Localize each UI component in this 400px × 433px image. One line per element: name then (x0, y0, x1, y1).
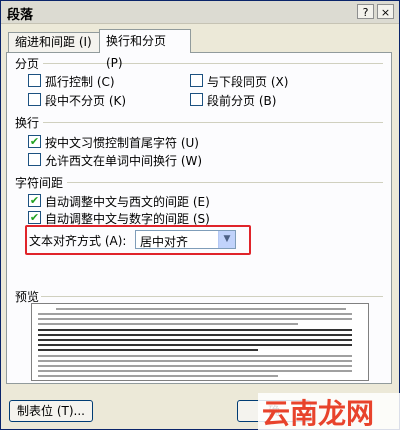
title-bar: 段落 ? × (1, 1, 399, 24)
widow-control-checkbox[interactable] (28, 74, 41, 87)
preview-separator (41, 296, 383, 297)
allow-latin-wrap-label: 允许西文在单词中间换行 (W) (45, 154, 203, 168)
tab-stops-button[interactable]: 制表位 (T)... (9, 400, 93, 422)
char-spacing-group-title: 字符间距 (15, 176, 64, 190)
watermark-logo: 云南龙网 (258, 393, 400, 430)
close-button[interactable]: × (377, 4, 394, 19)
auto-space-numbers-checkbox[interactable]: ✔ (28, 211, 41, 224)
pagination-separator (43, 63, 383, 64)
auto-space-latin-label: 自动调整中文与西文的间距 (E) (45, 195, 210, 209)
keep-lines-together-label: 段中不分页 (K) (45, 94, 127, 108)
tab-indent-spacing[interactable]: 缩进和间距 (I) (8, 32, 100, 52)
paragraph-dialog: 段落 ? × 缩进和间距 (I) 换行和分页 (P) 分页 孤行控制 (C) 与… (0, 0, 400, 430)
keep-with-next-checkbox[interactable] (190, 74, 203, 87)
widow-control-label: 孤行控制 (C) (45, 75, 115, 89)
preview-text-lines (38, 308, 352, 377)
keep-with-next-label: 与下段同页 (X) (207, 75, 289, 89)
watermark-text: 云南龙网 (262, 397, 374, 430)
text-alignment-value: 居中对齐 (140, 235, 189, 249)
char-spacing-separator (67, 182, 383, 183)
east-asian-rules-label: 按中文习惯控制首尾字符 (U) (45, 136, 199, 150)
page-break-before-label: 段前分页 (B) (207, 94, 277, 108)
line-break-group-title: 换行 (15, 116, 40, 130)
auto-space-latin-checkbox[interactable]: ✔ (28, 194, 41, 207)
east-asian-rules-checkbox[interactable]: ✔ (28, 135, 41, 148)
allow-latin-wrap-checkbox[interactable] (28, 153, 41, 166)
watermark-graphic: 云南龙网 (258, 393, 400, 430)
keep-lines-together-checkbox[interactable] (28, 93, 41, 106)
text-alignment-select[interactable]: 居中对齐 ▼ (135, 230, 236, 249)
dialog-title: 段落 (7, 8, 34, 23)
text-alignment-label: 文本对齐方式 (A): (29, 234, 127, 248)
help-button[interactable]: ? (357, 4, 374, 19)
line-break-separator (43, 122, 383, 123)
tab-line-page-breaks[interactable]: 换行和分页 (P) (99, 29, 191, 70)
chevron-down-icon[interactable]: ▼ (218, 231, 235, 248)
page-break-before-checkbox[interactable] (190, 93, 203, 106)
preview-pane (31, 303, 369, 381)
pagination-group-title: 分页 (15, 57, 40, 71)
